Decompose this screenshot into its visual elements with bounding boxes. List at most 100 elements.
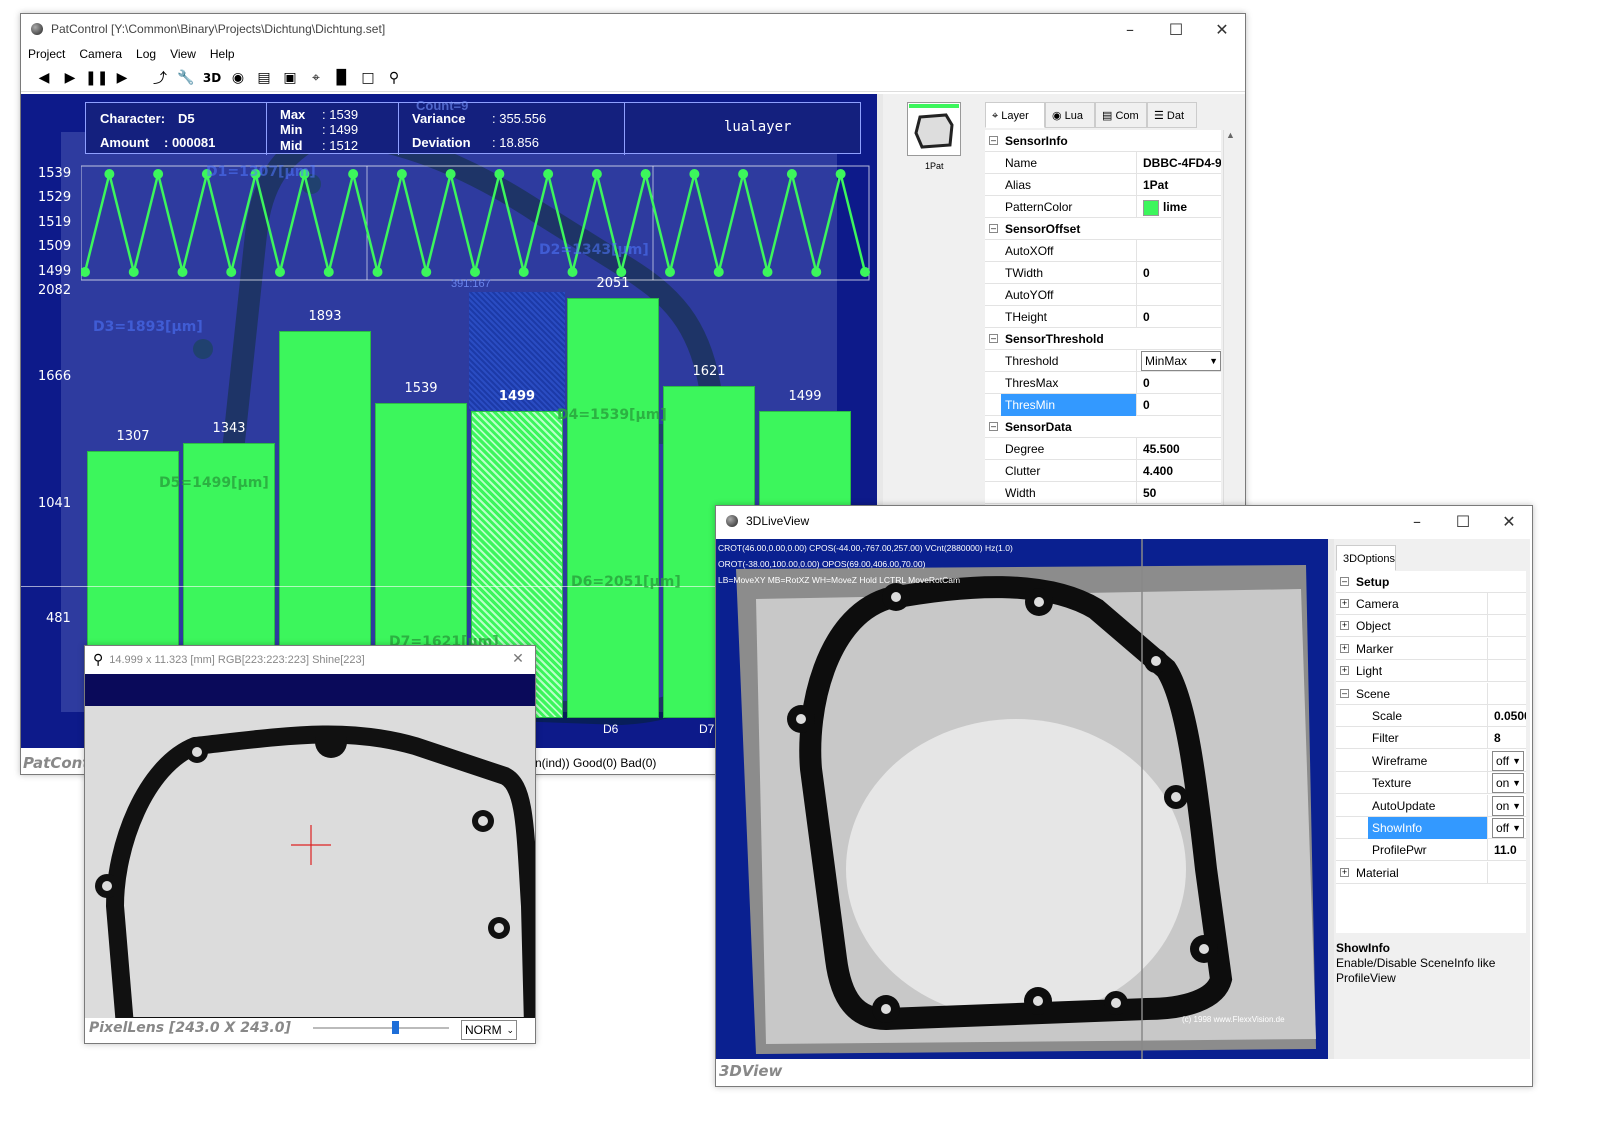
- property-grid: – SensorInfo Name DBBC-4FD4-9 Alias 1Pat Patte…: [985, 130, 1221, 514]
- overlay-label-d5: D5=1499[µm]: [159, 475, 269, 491]
- property-threshold[interactable]: Threshold MinMax ▼: [985, 350, 1221, 372]
- showinfo-select[interactable]: off ▼: [1492, 818, 1524, 838]
- collapse-icon[interactable]: –: [1340, 688, 1349, 698]
- zoom-icon[interactable]: ⚲: [383, 70, 405, 86]
- lens-mode-select[interactable]: NORM ⌄: [461, 1020, 517, 1040]
- minimize-button[interactable]: –: [1107, 14, 1153, 44]
- cursor-tool-icon[interactable]: ⤴: [149, 68, 171, 88]
- option-scene[interactable]: – Scene: [1336, 682, 1526, 705]
- property-clutter[interactable]: Clutter 4.400: [985, 460, 1221, 482]
- property-patterncolor[interactable]: PatternColor lime: [985, 196, 1221, 218]
- pause-icon[interactable]: ❚❚: [85, 70, 108, 86]
- option-filter[interactable]: Filter 8: [1336, 727, 1526, 750]
- property-scrollbar[interactable]: ▲: [1223, 130, 1237, 514]
- tab-3doptions[interactable]: 3DOptions: [1336, 545, 1396, 571]
- layer-icon[interactable]: ⌖: [305, 70, 327, 86]
- category-sensorthreshold[interactable]: – SensorThreshold: [985, 328, 1221, 350]
- play-icon[interactable]: ▶: [59, 70, 81, 86]
- menu-help[interactable]: Help: [203, 47, 242, 61]
- menu-log[interactable]: Log: [129, 47, 163, 61]
- option-camera[interactable]: + Camera: [1336, 593, 1526, 615]
- property-theight[interactable]: THeight 0: [985, 306, 1221, 328]
- close-button[interactable]: ✕: [1199, 14, 1245, 44]
- 3d-button[interactable]: 3D: [201, 71, 223, 85]
- sensor-icon[interactable]: ▤: [253, 70, 275, 86]
- category-sensorinfo[interactable]: – SensorInfo: [985, 130, 1221, 152]
- 3d-viewport[interactable]: CROT(46.00,0.00,0.00) CPOS(-44.00,-767.0…: [716, 539, 1328, 1059]
- property-twidth[interactable]: TWidth 0: [985, 262, 1221, 284]
- live-maximize-button[interactable]: ☐: [1440, 506, 1486, 536]
- bar-value-d2: 1343: [212, 421, 246, 437]
- option-profilepwr[interactable]: ProfilePwr 11.0: [1336, 839, 1526, 862]
- 3d-options-grid: – Setup + Camera + Object + Marker + Light – Scene S…: [1336, 571, 1526, 933]
- frame-icon[interactable]: □: [357, 70, 379, 86]
- tab-com[interactable]: ▤ Com: [1095, 102, 1147, 128]
- menu-project[interactable]: Project: [21, 47, 72, 61]
- option-autoupdate[interactable]: AutoUpdate on ▼: [1336, 794, 1526, 817]
- overlay-label-d6: D6=2051[µm]: [571, 574, 681, 590]
- live-close-button[interactable]: ✕: [1486, 506, 1532, 536]
- main-status-right: n(ind)) Good(0) Bad(0): [535, 756, 657, 770]
- menu-camera[interactable]: Camera: [72, 47, 129, 61]
- option-object[interactable]: + Object: [1336, 615, 1526, 638]
- property-name[interactable]: Name DBBC-4FD4-9: [985, 152, 1221, 174]
- option-texture[interactable]: Texture on ▼: [1336, 772, 1526, 795]
- lens-zoom-slider[interactable]: [313, 1021, 449, 1034]
- step-forward-icon[interactable]: ▶: [111, 70, 133, 86]
- lua-icon: ◉: [1052, 110, 1065, 122]
- expand-icon[interactable]: +: [1340, 621, 1349, 631]
- expand-icon[interactable]: +: [1340, 643, 1349, 653]
- step-back-icon[interactable]: ◀: [33, 70, 55, 86]
- chevron-down-icon: ▼: [1209, 356, 1218, 366]
- property-thresmax[interactable]: ThresMax 0: [985, 372, 1221, 394]
- expand-icon[interactable]: +: [1340, 666, 1349, 676]
- expand-icon[interactable]: +: [1340, 867, 1349, 877]
- bar-value-d4: 1539: [404, 381, 438, 397]
- category-setup[interactable]: – Setup: [1336, 571, 1526, 593]
- copyright-text: (c) 1998 www.FlexxVision.de: [1182, 1015, 1285, 1024]
- camera-icon[interactable]: ▣: [279, 70, 301, 86]
- expand-icon[interactable]: +: [1340, 599, 1349, 608]
- property-autoxoff[interactable]: AutoXOff: [985, 240, 1221, 262]
- option-material[interactable]: + Material: [1336, 861, 1526, 884]
- tab-lua[interactable]: ◉ Lua: [1045, 102, 1095, 128]
- threshold-select[interactable]: MinMax ▼: [1141, 351, 1221, 371]
- wireframe-select[interactable]: off ▼: [1492, 750, 1524, 771]
- property-degree[interactable]: Degree 45.500: [985, 438, 1221, 460]
- chevron-down-icon: ▼: [1512, 778, 1521, 789]
- live-minimize-button[interactable]: –: [1394, 506, 1440, 536]
- property-width[interactable]: Width 50: [985, 482, 1221, 504]
- maximize-button[interactable]: ☐: [1153, 14, 1199, 44]
- lens-image[interactable]: [85, 706, 535, 1018]
- texture-select[interactable]: on ▼: [1492, 773, 1524, 794]
- option-light[interactable]: + Light: [1336, 660, 1526, 683]
- lens-slider-thumb[interactable]: [391, 1021, 399, 1034]
- category-sensordata[interactable]: – SensorData: [985, 416, 1221, 438]
- tab-dat[interactable]: ☰ Dat: [1147, 102, 1197, 128]
- option-showinfo[interactable]: ShowInfo off ▼: [1336, 817, 1526, 839]
- bar-d6: [567, 298, 659, 718]
- menu-view[interactable]: View: [163, 47, 203, 61]
- category-sensoroffset[interactable]: – SensorOffset: [985, 218, 1221, 240]
- tab-layer[interactable]: ⌖ Layer: [985, 102, 1045, 128]
- option-marker[interactable]: + Marker: [1336, 637, 1526, 660]
- title-bar[interactable]: PatControl [Y:\Common\Binary\Projects\Di…: [21, 14, 1245, 44]
- lens-close-button[interactable]: ✕: [501, 645, 535, 673]
- chevron-down-icon: ▼: [1512, 823, 1521, 833]
- bar-value-d1: 1307: [116, 428, 150, 444]
- 3dliveview-window: 3DLiveView – ☐ ✕ CROT(46.00,0.00,0.00) C…: [715, 505, 1533, 1087]
- app-icon: [31, 23, 43, 35]
- pattern-thumbnail[interactable]: [907, 102, 961, 156]
- autoupdate-select[interactable]: on ▼: [1492, 795, 1524, 816]
- property-alias[interactable]: Alias 1Pat: [985, 174, 1221, 196]
- live-status: 3DView: [719, 1062, 783, 1080]
- property-thresmin[interactable]: ThresMin 0: [985, 394, 1221, 416]
- option-scale[interactable]: Scale0.0500: [1336, 705, 1526, 727]
- lua-icon[interactable]: ◉: [227, 70, 249, 86]
- property-autoyoff[interactable]: AutoYOff: [985, 284, 1221, 306]
- help-title: ShowInfo: [1336, 941, 1390, 955]
- wrench-icon[interactable]: 🔧: [175, 70, 197, 86]
- histogram-icon[interactable]: ▉: [331, 70, 353, 86]
- chevron-down-icon: ⌄: [506, 1025, 514, 1035]
- option-wireframe[interactable]: Wireframe off ▼: [1336, 749, 1526, 772]
